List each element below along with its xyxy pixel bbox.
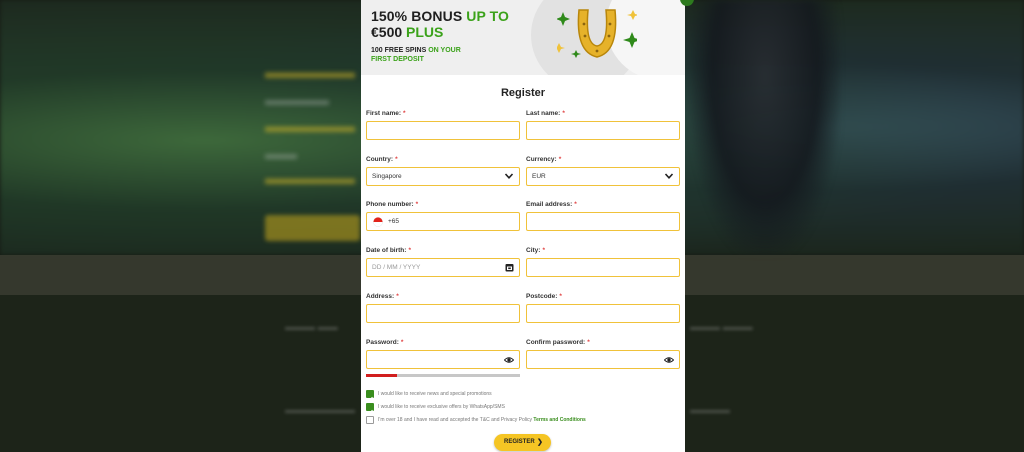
currency-value: EUR (532, 173, 546, 180)
country-select[interactable]: Singapore (366, 167, 520, 186)
dob-field[interactable]: DD / MM / YYYY (366, 258, 520, 277)
eye-icon[interactable] (504, 355, 514, 365)
first-name-label: First name: * (366, 110, 406, 117)
last-name-field[interactable] (526, 121, 680, 140)
country-label: Country: * (366, 156, 398, 163)
password-strength-fill (366, 374, 397, 377)
whatsapp-opt-in-checkbox[interactable] (366, 403, 374, 415)
chevron-right-icon: ❯ (537, 439, 543, 446)
background-button (265, 215, 360, 241)
address-field[interactable] (366, 304, 520, 323)
free-spins-count: 100 FREE SPINS (371, 47, 427, 54)
form-title: Register (500, 87, 546, 99)
terms-text: I'm over 18 and I have read and accepted… (378, 417, 533, 423)
register-button[interactable]: REGISTER ❯ (494, 434, 551, 451)
email-label: Email address: * (526, 201, 577, 208)
postcode-field[interactable] (526, 304, 680, 323)
register-modal: 150% BONUS UP TO €500 PLUS 100 FREE SPIN… (361, 0, 685, 452)
bonus-headline: 150% BONUS UP TO (371, 8, 509, 24)
chevron-down-icon (504, 173, 514, 179)
whatsapp-opt-in-label: I would like to receive exclusive offers… (378, 404, 505, 410)
address-label: Address: * (366, 293, 399, 300)
password-strength-meter (366, 374, 520, 377)
free-spins-text-green: FIRST DEPOSIT (371, 56, 424, 63)
bonus-text-green: UP TO (466, 8, 510, 24)
eye-icon[interactable] (664, 355, 674, 365)
phone-label: Phone number: * (366, 201, 419, 208)
confirm-password-field[interactable] (526, 350, 680, 369)
postcode-label: Postcode: * (526, 293, 562, 300)
horseshoe-icon (557, 9, 637, 58)
background-blur-text: ▬▬▬▬▬ (265, 116, 355, 136)
city-field[interactable] (526, 258, 680, 277)
bonus-banner: 150% BONUS UP TO €500 PLUS 100 FREE SPIN… (361, 0, 685, 75)
background-blur-text: ▬▬▬▬▬ (265, 62, 355, 82)
terms-link[interactable]: Terms and Conditions (533, 417, 585, 423)
last-name-label: Last name: * (526, 110, 565, 117)
background-footer-links: ▬▬▬ ▬▬ (285, 322, 338, 333)
password-field[interactable] (366, 350, 520, 369)
news-opt-in-label: I would like to receive news and special… (378, 391, 492, 397)
currency-select[interactable]: EUR (526, 167, 680, 186)
check-icon (367, 409, 373, 415)
phone-field[interactable]: +65 (366, 212, 520, 231)
currency-label: Currency: * (526, 156, 562, 163)
chevron-down-icon (664, 173, 674, 179)
calendar-icon[interactable] (505, 263, 514, 272)
background-blur-text: ▬▬▬▬▬ (265, 168, 355, 188)
news-opt-in-checkbox[interactable] (366, 390, 374, 402)
confirm-password-label: Confirm password: * (526, 339, 590, 346)
terms-checkbox[interactable] (366, 416, 374, 424)
register-button-label: REGISTER (504, 439, 535, 445)
background-footer-links: ▬▬▬ ▬▬▬ (690, 322, 753, 333)
background-footer-links: ▬▬▬▬ (690, 405, 730, 416)
free-spins-text-green: ON YOUR (428, 47, 461, 54)
free-spins-text: 100 FREE SPINS ON YOUR (371, 47, 461, 54)
first-name-field[interactable] (366, 121, 520, 140)
bonus-text: 150% BONUS (371, 8, 463, 24)
terms-label: I'm over 18 and I have read and accepted… (378, 417, 586, 423)
email-field[interactable] (526, 212, 680, 231)
check-icon (367, 396, 373, 402)
dob-placeholder: DD / MM / YYYY (372, 264, 421, 271)
singapore-flag-icon[interactable] (373, 217, 383, 227)
background-footer-links: ▬▬▬▬▬▬▬ (285, 405, 355, 416)
password-label: Password: * (366, 339, 404, 346)
dob-label: Date of birth: * (366, 247, 411, 254)
bonus-headline: €500 PLUS (371, 24, 443, 40)
background-person (690, 0, 840, 255)
bonus-amount: €500 (371, 24, 403, 40)
background-blur-text: ▬▬▬▬ (265, 92, 329, 109)
country-value: Singapore (372, 173, 402, 180)
background-blur-text: ▬▬ (265, 146, 297, 163)
phone-prefix: +65 (388, 218, 400, 225)
bonus-text-green: PLUS (406, 24, 444, 40)
city-label: City: * (526, 247, 545, 254)
